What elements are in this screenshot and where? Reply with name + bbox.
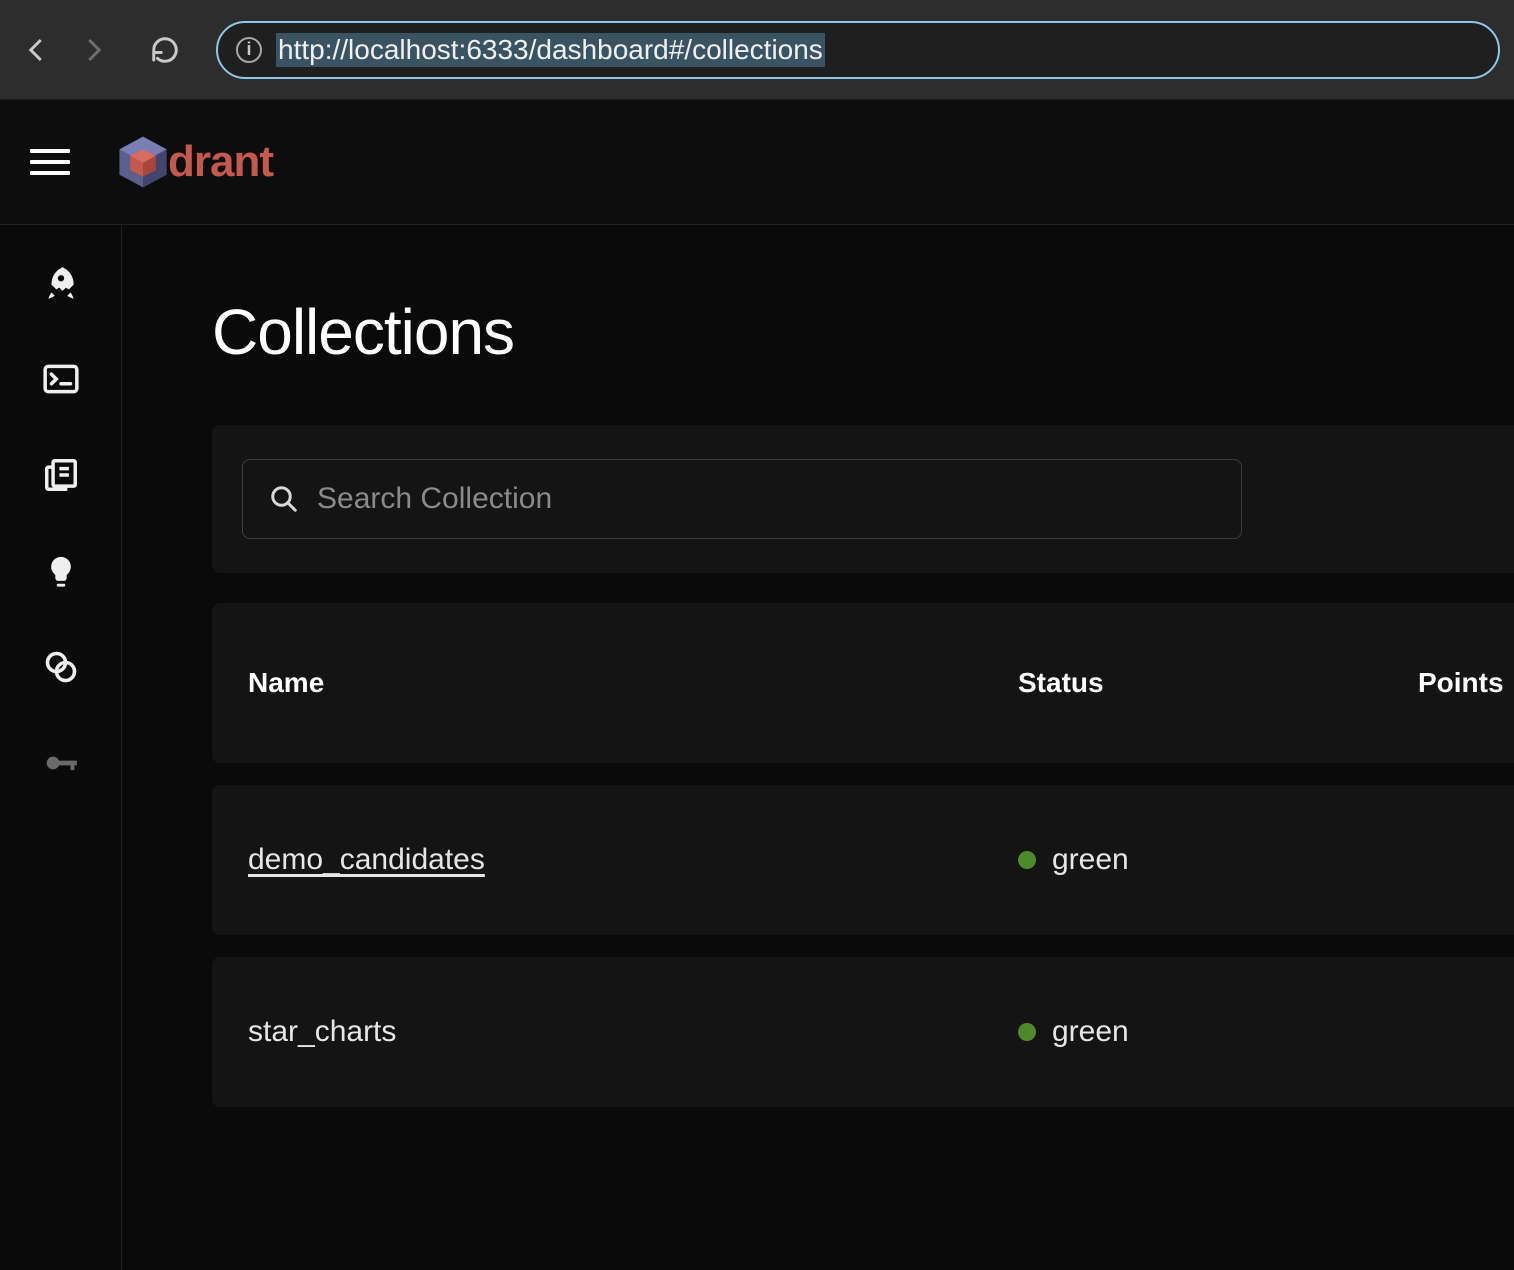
- sidebar-item-key[interactable]: [39, 741, 83, 785]
- search-box[interactable]: [242, 459, 1242, 539]
- status-text: green: [1052, 1015, 1129, 1049]
- table-row[interactable]: star_charts green: [212, 957, 1514, 1107]
- table-header: Name Status Points: [212, 603, 1514, 763]
- col-status: Status: [1018, 667, 1418, 699]
- sidebar: [0, 225, 122, 1270]
- sidebar-item-rocket[interactable]: [39, 261, 83, 305]
- sidebar-item-console[interactable]: [39, 357, 83, 401]
- back-button[interactable]: [14, 27, 60, 73]
- collection-link[interactable]: demo_candidates: [248, 843, 485, 876]
- site-info-icon[interactable]: i: [236, 37, 262, 63]
- collections-table: Name Status Points demo_candidates green…: [212, 603, 1514, 1107]
- search-panel: [212, 425, 1514, 573]
- menu-toggle[interactable]: [30, 142, 70, 182]
- sidebar-item-bulb[interactable]: [39, 549, 83, 593]
- table-row[interactable]: demo_candidates green: [212, 785, 1514, 935]
- address-bar[interactable]: i http://localhost:6333/dashboard#/colle…: [216, 21, 1500, 79]
- col-points: Points: [1418, 667, 1504, 699]
- url-text: http://localhost:6333/dashboard#/collect…: [276, 33, 825, 67]
- sidebar-item-datasets[interactable]: [39, 645, 83, 689]
- collection-name[interactable]: star_charts: [248, 1015, 396, 1048]
- status-dot-icon: [1018, 851, 1036, 869]
- forward-button[interactable]: [70, 27, 116, 73]
- qdrant-logo-icon: [114, 133, 172, 191]
- reload-button[interactable]: [142, 27, 188, 73]
- status-dot-icon: [1018, 1023, 1036, 1041]
- browser-toolbar: i http://localhost:6333/dashboard#/colle…: [0, 0, 1514, 100]
- search-icon: [269, 484, 299, 514]
- status-text: green: [1052, 843, 1129, 877]
- sidebar-item-documents[interactable]: [39, 453, 83, 497]
- search-input[interactable]: [317, 482, 1215, 516]
- main-content: Collections Name Status Points demo_cand…: [122, 225, 1514, 1270]
- app-header: drant: [0, 100, 1514, 225]
- page-title: Collections: [212, 295, 1514, 369]
- col-name: Name: [248, 667, 1018, 699]
- brand-logo[interactable]: drant: [114, 133, 273, 191]
- brand-name: drant: [168, 137, 273, 187]
